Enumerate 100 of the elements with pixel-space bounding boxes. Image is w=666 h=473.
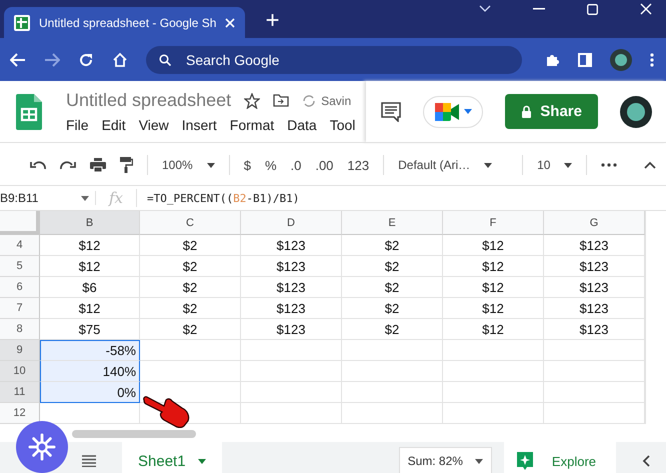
caret-icon [484,162,492,168]
chevron-down-icon[interactable] [479,5,491,13]
table-cell: $2 [342,298,443,319]
column-header[interactable]: C [140,211,241,235]
table-cell: $2 [342,319,443,340]
row-header[interactable]: 7 [0,298,40,319]
paint-format-icon[interactable] [120,157,133,173]
comment-icon[interactable] [381,102,402,122]
chevron-left-icon[interactable] [642,455,650,467]
column-header[interactable]: B [40,211,140,235]
table-cell: $12 [40,298,140,319]
floating-action-button[interactable] [16,421,68,473]
column-header[interactable]: F [443,211,544,235]
puzzle-icon[interactable] [546,52,560,66]
column-header[interactable]: D [241,211,342,235]
table-cell: $123 [241,235,342,256]
sheets-logo[interactable] [16,94,42,130]
sheet-tab[interactable]: Sheet1 [122,442,222,473]
row-header[interactable]: 6 [0,277,40,298]
format-button[interactable]: .00 [315,158,334,172]
maximize-icon[interactable] [587,4,598,14]
table-cell: $2 [342,256,443,277]
sum-dropdown[interactable]: Sum: 82% [398,447,492,473]
redo-icon[interactable] [60,160,76,170]
table-cell: $12 [443,235,544,256]
row-header[interactable]: 12 [0,403,40,424]
pointing-hand-icon [142,396,192,428]
font-dropdown[interactable]: Default (Ari… [398,158,508,172]
address-bar[interactable]: Search Google [146,46,522,74]
sync-icon [302,94,316,108]
table-cell: $2 [140,319,241,340]
format-button[interactable]: 123 [347,158,370,172]
menu-item[interactable]: Insert [182,117,217,133]
table-cell: $12 [443,256,544,277]
menu-item[interactable]: File [66,117,89,133]
forward-icon[interactable] [44,52,60,66]
row-header[interactable]: 8 [0,319,40,340]
row-header[interactable]: 10 [0,361,40,382]
menu-item[interactable]: Edit [102,117,126,133]
format-button[interactable]: .0 [290,158,302,172]
table-cell: 0% [40,382,140,403]
table-cell: $123 [241,277,342,298]
more-icon[interactable] [650,52,654,66]
video-camera-icon [434,102,460,122]
caret-icon [464,109,472,114]
search-icon [159,54,171,66]
meet-button[interactable] [423,96,484,128]
caret-icon [564,162,572,168]
table-cell: $123 [241,298,342,319]
table-cell: $123 [241,256,342,277]
browser-tab[interactable]: Untitled spreadsheet - Google Sh [4,7,246,38]
home-icon[interactable] [112,52,128,68]
minimize-icon[interactable] [533,8,545,10]
sheet-list-icon[interactable] [82,455,96,467]
table-cell: $2 [140,235,241,256]
undo-icon[interactable] [30,160,46,170]
table-cell: $12 [443,277,544,298]
format-button[interactable]: % [264,158,276,172]
menu-item[interactable]: Tool [330,117,356,133]
menu-item[interactable]: Format [230,117,274,133]
close-icon[interactable] [640,3,652,15]
lock-icon [521,105,532,118]
chevron-up-icon[interactable] [644,161,656,169]
avatar-icon[interactable] [620,96,652,128]
row-header[interactable]: 4 [0,235,40,256]
formula-text[interactable]: =TO_PERCENT((B2-B1)/B1) [137,192,300,204]
row-header[interactable]: 9 [0,340,40,361]
side-panel-icon[interactable] [578,52,592,66]
column-header[interactable]: E [342,211,443,235]
menu-item[interactable]: View [138,117,169,133]
explore-button[interactable]: Explore [504,442,616,473]
table-cell: $2 [140,298,241,319]
row-header[interactable]: 11 [0,382,40,403]
row-header[interactable]: 5 [0,256,40,277]
document-title[interactable]: Untitled spreadsheet [66,90,232,111]
scrollbar-thumb[interactable] [72,430,196,438]
close-icon[interactable] [225,18,236,28]
table-cell: $123 [241,319,342,340]
column-header[interactable]: G [544,211,645,235]
new-tab-button[interactable]: + [265,8,280,34]
caret-icon [198,458,206,464]
star-icon[interactable] [244,92,260,108]
table-cell: $2 [140,277,241,298]
zoom-dropdown[interactable]: 100% [162,158,215,172]
font-size-dropdown[interactable]: 10 [537,158,572,172]
caret-icon [474,458,483,464]
menu-item[interactable]: Data [287,117,317,133]
back-icon[interactable] [10,52,26,66]
tab-title: Untitled spreadsheet - Google Sh [39,16,216,30]
more-icon[interactable] [601,163,618,167]
table-cell: -58% [40,340,140,361]
sheets-icon [14,14,30,30]
format-button[interactable]: $ [244,158,251,172]
share-button[interactable]: Share [505,94,598,129]
print-icon[interactable] [90,158,106,172]
table-cell: $2 [140,256,241,277]
folder-icon[interactable] [273,94,290,107]
name-box[interactable]: B9:B11 [0,191,96,205]
caret-icon [206,162,215,168]
reload-icon[interactable] [78,52,94,68]
